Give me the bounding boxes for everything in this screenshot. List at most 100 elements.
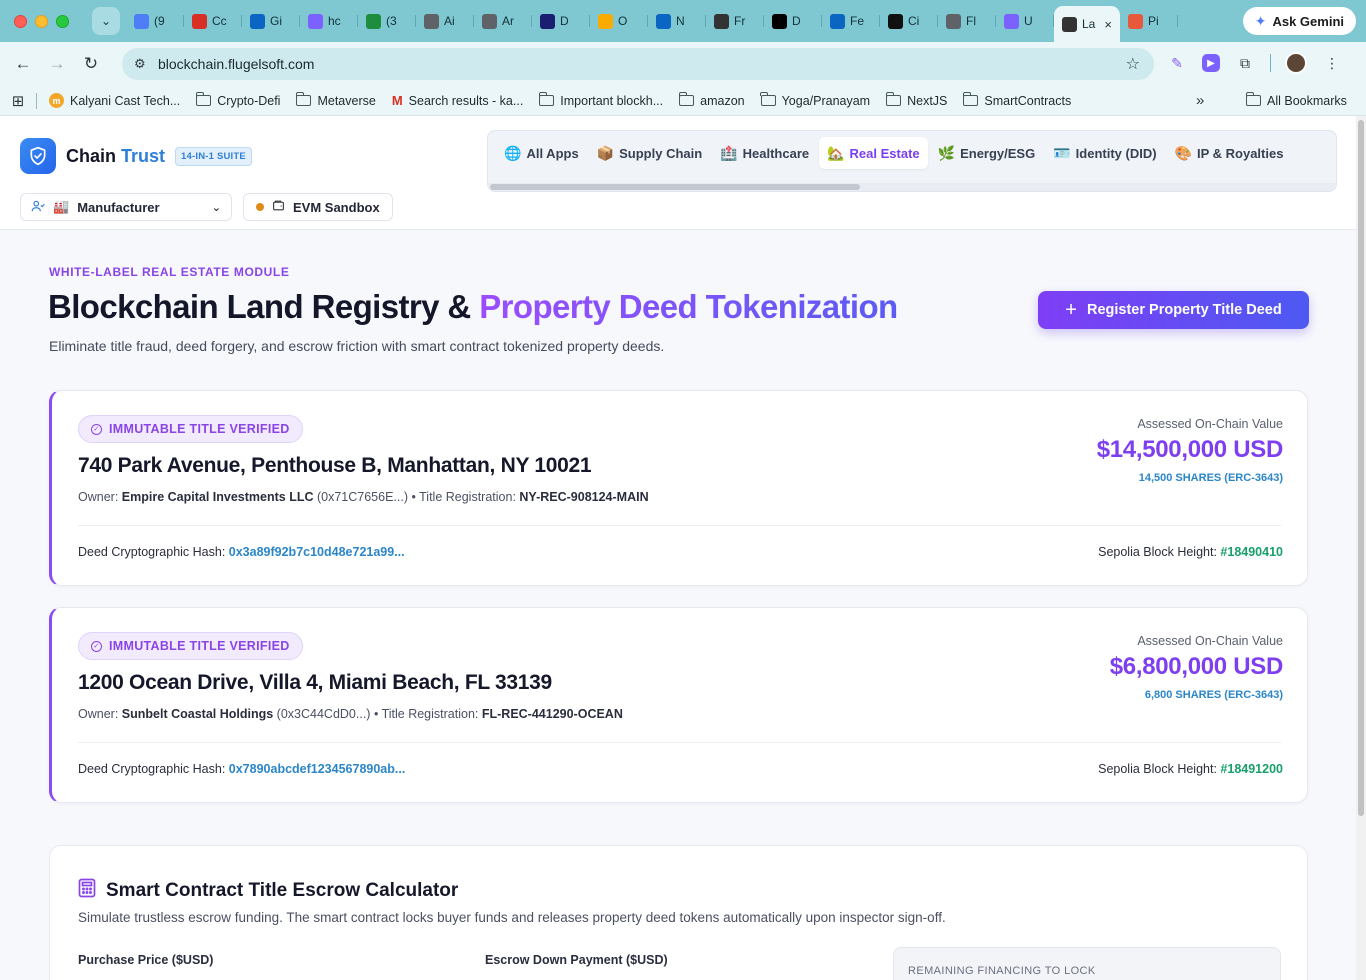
apps-grid-icon[interactable]: ⊞ [0,92,36,110]
nav-tab[interactable]: 🎨 IP & Royalties [1167,137,1292,169]
browser-tab-label: (3 [386,14,397,28]
bookmark-item[interactable]: Crypto-Defi [188,89,288,113]
gmail-icon: M [391,93,403,108]
owner-label: Owner: [78,490,119,504]
page-title: Blockchain Land Registry & Property Deed… [48,288,898,326]
site-settings-icon[interactable]: ⚙ [134,56,158,72]
block-height-line: Sepolia Block Height: #18491200 [1098,762,1283,776]
bookmark-item[interactable]: SmartContracts [955,89,1079,113]
profile-avatar[interactable] [1285,52,1307,74]
module-nav-row: 🌐 All Apps 📦 Supply Chain 🏥 Healthcare 🏡 Real E… [488,131,1336,169]
browser-tab[interactable]: D [532,6,590,36]
globe-icon [482,13,497,29]
page-scroll-thumb[interactable] [1358,120,1364,816]
title-registration-id: FL-REC-441290-OCEAN [481,707,623,721]
module-nav-scrollbar[interactable] [488,183,1336,191]
browser-tab-label: O [618,14,628,28]
browser-tab[interactable]: D [764,6,822,36]
module-nav: 🌐 All Apps 📦 Supply Chain 🏥 Healthcare 🏡 Real E… [487,130,1337,192]
media-extension-icon[interactable]: ▶ [1202,54,1220,72]
bookmark-item[interactable]: Important blockh... [531,89,671,113]
browser-tab[interactable]: Ar [474,6,532,36]
deed-hash-value[interactable]: 0x7890abcdef1234567890ab... [229,762,406,776]
network-badge[interactable]: EVM Sandbox [243,193,393,221]
property-deed-card[interactable]: ✓ IMMUTABLE TITLE VERIFIED 740 Park Avenue… [49,390,1308,586]
browser-tab[interactable]: Ai [416,6,474,36]
address-bar[interactable]: ⚙ blockchain.flugelsoft.com ☆ [122,48,1154,80]
kebab-menu-icon[interactable]: ⋮ [1321,52,1343,74]
puzzle-extensions-icon[interactable]: ⧉ [1234,52,1256,74]
browser-tab[interactable]: hc [300,6,358,36]
pen-extension-icon[interactable]: ✎ [1166,52,1188,74]
bookmark-item[interactable]: amazon [671,89,752,113]
bookmark-item[interactable]: Metaverse [288,89,383,113]
browser-tab[interactable]: O [590,6,648,36]
window-controls [14,14,92,28]
browser-tab-label: Ai [444,14,455,28]
bookmark-star-icon[interactable]: ☆ [1126,54,1140,74]
title-registration-id: NY-REC-908124-MAIN [519,490,649,504]
block-height-value[interactable]: #18490410 [1220,545,1283,559]
folder-icon [195,92,212,106]
bookmark-item[interactable]: NextJS [878,89,955,113]
block-height-value[interactable]: #18491200 [1220,762,1283,776]
register-deed-button[interactable]: + Register Property Title Deed [1038,291,1309,329]
browser-tab[interactable]: La × [1054,6,1120,42]
browser-tab[interactable]: Fr [706,6,764,36]
nav-tab[interactable]: 🏥 Healthcare [712,137,817,169]
owner-wallet: (0x71C7656E...) [316,490,409,504]
browser-tab[interactable]: Gi [242,6,300,36]
ask-gemini-button[interactable]: ✦ Ask Gemini [1242,7,1356,35]
browser-tab[interactable]: Ci [880,6,938,36]
browser-tab-label: N [676,14,685,28]
browser-tab[interactable]: Fl [938,6,996,36]
gemini-icon [308,13,323,29]
page-scrollbar[interactable] [1356,116,1366,980]
close-window-button[interactable] [14,14,27,28]
browser-tab[interactable]: N [648,6,706,36]
bookmark-label: amazon [700,93,745,108]
property-deed-card[interactable]: ✓ IMMUTABLE TITLE VERIFIED 1200 Ocean Driv… [49,607,1308,803]
close-tab-icon[interactable]: × [1104,17,1112,32]
browser-tab[interactable]: Pi [1120,6,1178,36]
forward-arrow-icon[interactable]: → [40,54,74,74]
nav-tab[interactable]: 📦 Supply Chain [589,137,711,169]
bookmark-item[interactable]: m Kalyani Cast Tech... [41,89,188,113]
bookmark-item[interactable]: Yoga/Pranayam [753,89,879,113]
suite-badge: 14-IN-1 SUITE [175,146,252,166]
reload-icon[interactable]: ↻ [74,54,108,74]
more-bookmarks-button[interactable]: » [1196,92,1204,109]
module-nav-scroll-thumb[interactable] [490,184,860,190]
token-shares: 14,500 SHARES (ERC-3643) [1138,472,1283,484]
nav-tab[interactable]: 🏡 Real Estate [819,137,928,169]
deed-hash-value[interactable]: 0x3a89f92b7c10d48e721a99... [229,545,405,559]
browser-tab[interactable]: Cc [184,6,242,36]
back-arrow-icon[interactable]: ← [6,54,40,74]
browser-tab[interactable]: U [996,6,1054,36]
tab-search-dropdown[interactable]: ⌄ [92,7,120,35]
browser-tab[interactable]: Fe [822,6,880,36]
browser-tab[interactable]: (3 [358,6,416,36]
nav-tab[interactable]: 🌐 All Apps [496,137,587,169]
url-text[interactable]: blockchain.flugelsoft.com [158,56,314,72]
nav-tab[interactable]: 🌿 Energy/ESG [930,137,1044,169]
calculator-title-text: Smart Contract Title Escrow Calculator [106,880,459,901]
nav-tab-emoji: 📦 [596,144,615,161]
brand-chain: Chain [66,145,117,166]
linkedin-icon [656,13,671,29]
nav-tab-label: Energy/ESG [960,145,1036,161]
maximize-window-button[interactable] [56,14,69,28]
check-circle-icon: ✓ [91,640,102,652]
role-selector[interactable]: 🏭 Manufacturer ⌄ [20,193,232,221]
minimize-window-button[interactable] [35,14,48,28]
nav-tab-emoji: 🏥 [720,144,738,161]
bookmark-item[interactable]: M Search results - ka... [384,89,531,113]
all-bookmarks-button[interactable]: All Bookmarks [1238,89,1355,113]
folder-icon [760,92,776,106]
nav-tab[interactable]: 🪪 Identity (DID) [1045,137,1164,169]
calculator-title: Smart Contract Title Escrow Calculator [78,878,458,904]
brand-logo[interactable]: Chain Trust 14-IN-1 SUITE [20,138,252,174]
browser-tab[interactable]: (9 [126,6,184,36]
gemini-icon [1004,13,1019,29]
openai-icon [888,13,903,29]
